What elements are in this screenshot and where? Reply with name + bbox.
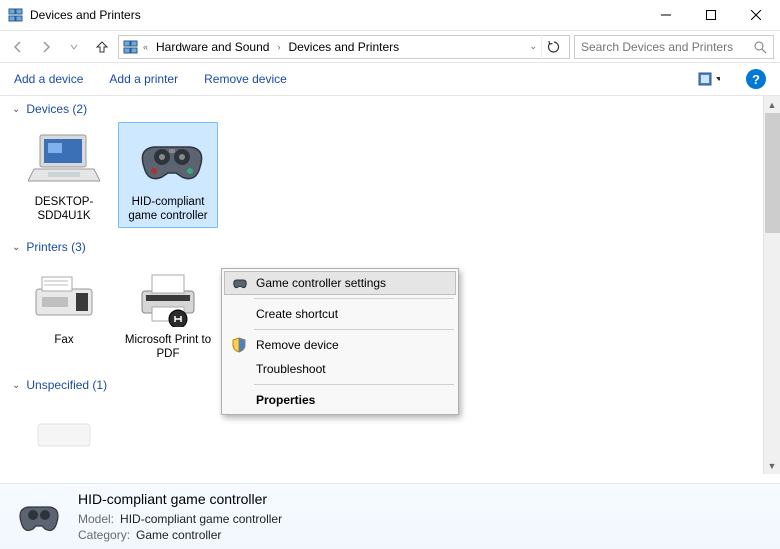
chevron-down-icon: ⌄: [12, 242, 20, 253]
separator: [254, 329, 454, 330]
scroll-thumb[interactable]: [765, 113, 780, 233]
title-bar: Devices and Printers: [0, 0, 780, 30]
chevron-down-icon: ⌄: [12, 104, 20, 115]
device-icon: [28, 403, 100, 467]
section-title: Devices (2): [26, 102, 87, 116]
content-area: ⌄ Devices (2) DESKTOP-SDD4U1K HID-compli…: [0, 96, 780, 474]
recent-dropdown[interactable]: [62, 35, 86, 59]
maximize-button[interactable]: [688, 0, 733, 30]
details-category-label: Category:: [78, 527, 130, 543]
details-pane: HID-compliant game controller Model: HID…: [0, 483, 780, 549]
printer-label: Microsoft Print to PDF: [123, 333, 213, 361]
vertical-scrollbar[interactable]: ▲ ▼: [763, 96, 780, 474]
view-mode-button[interactable]: [698, 70, 720, 88]
gamepad-icon: [231, 274, 249, 292]
context-create-shortcut[interactable]: Create shortcut: [224, 302, 456, 326]
device-item-desktop[interactable]: DESKTOP-SDD4U1K: [14, 122, 114, 228]
scroll-down-button[interactable]: ▼: [764, 457, 780, 474]
add-device-button[interactable]: Add a device: [14, 72, 83, 86]
help-button[interactable]: ?: [746, 69, 766, 89]
address-dropdown[interactable]: ⌄: [529, 41, 537, 52]
window-title: Devices and Printers: [30, 8, 643, 22]
up-button[interactable]: [90, 35, 114, 59]
chevron-down-icon: ⌄: [12, 380, 20, 391]
separator: [254, 298, 454, 299]
context-item-label: Troubleshoot: [256, 362, 326, 376]
context-menu: Game controller settings Create shortcut…: [221, 268, 459, 415]
gamepad-icon: [132, 127, 204, 191]
chevron-icon[interactable]: «: [143, 42, 148, 52]
nav-bar: « Hardware and Sound › Devices and Print…: [0, 30, 780, 62]
context-remove-device[interactable]: Remove device: [224, 333, 456, 357]
laptop-icon: [28, 127, 100, 191]
back-button[interactable]: [6, 35, 30, 59]
details-info: HID-compliant game controller Model: HID…: [78, 491, 282, 543]
search-box[interactable]: [574, 35, 774, 59]
fax-icon: [28, 265, 100, 329]
gamepad-icon: [14, 492, 64, 542]
address-bar[interactable]: « Hardware and Sound › Devices and Print…: [118, 35, 570, 59]
add-printer-button[interactable]: Add a printer: [109, 72, 178, 86]
chevron-icon[interactable]: ›: [277, 42, 280, 52]
context-game-controller-settings[interactable]: Game controller settings: [224, 271, 456, 295]
section-title: Printers (3): [26, 240, 85, 254]
minimize-button[interactable]: [643, 0, 688, 30]
context-troubleshoot[interactable]: Troubleshoot: [224, 357, 456, 381]
details-title: HID-compliant game controller: [78, 491, 282, 507]
printer-icon: [132, 265, 204, 329]
device-label: DESKTOP-SDD4U1K: [19, 195, 109, 223]
command-bar: Add a device Add a printer Remove device…: [0, 62, 780, 96]
section-title: Unspecified (1): [26, 378, 107, 392]
search-icon[interactable]: [753, 40, 767, 54]
printer-item-pdf[interactable]: Microsoft Print to PDF: [118, 260, 218, 366]
scroll-up-button[interactable]: ▲: [764, 96, 780, 113]
breadcrumb-hardware[interactable]: Hardware and Sound: [152, 40, 273, 54]
breadcrumb-devices[interactable]: Devices and Printers: [284, 40, 403, 54]
section-header-devices[interactable]: ⌄ Devices (2): [0, 96, 780, 118]
unspecified-item[interactable]: [14, 398, 114, 474]
remove-device-button[interactable]: Remove device: [204, 72, 287, 86]
context-item-label: Game controller settings: [256, 276, 386, 290]
printer-label: Fax: [19, 333, 109, 347]
devices-icon: [123, 39, 139, 55]
details-model-label: Model:: [78, 511, 114, 527]
window-icon: [8, 7, 24, 23]
device-item-gamecontroller[interactable]: HID-compliant game controller: [118, 122, 218, 228]
printer-item-fax[interactable]: Fax: [14, 260, 114, 366]
context-item-label: Properties: [256, 393, 315, 407]
shield-icon: [230, 336, 248, 354]
device-label: HID-compliant game controller: [123, 195, 213, 223]
refresh-button[interactable]: [541, 35, 565, 59]
close-button[interactable]: [733, 0, 778, 30]
forward-button[interactable]: [34, 35, 58, 59]
details-category-value: Game controller: [136, 527, 221, 543]
context-properties[interactable]: Properties: [224, 388, 456, 412]
context-item-label: Create shortcut: [256, 307, 338, 321]
section-header-printers[interactable]: ⌄ Printers (3): [0, 234, 780, 256]
separator: [254, 384, 454, 385]
context-item-label: Remove device: [256, 338, 339, 352]
search-input[interactable]: [581, 40, 753, 54]
details-model-value: HID-compliant game controller: [120, 511, 282, 527]
